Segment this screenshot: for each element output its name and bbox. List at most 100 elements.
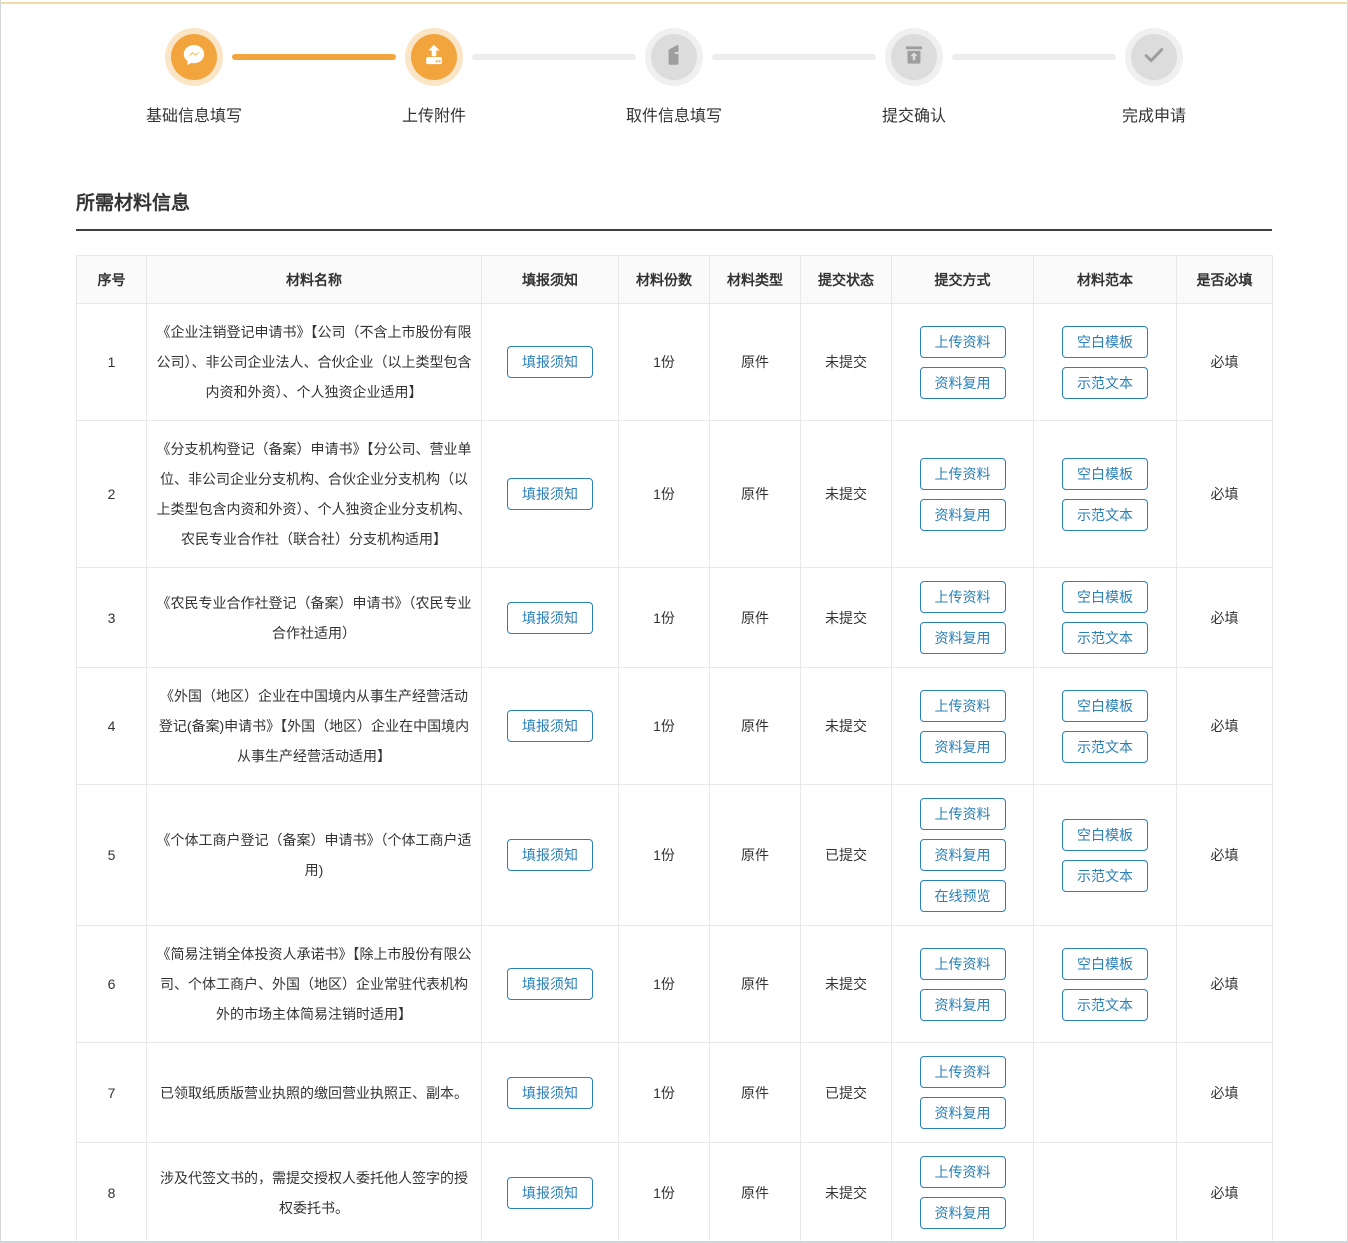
upload-material-button[interactable]: 上传资料 xyxy=(920,690,1006,722)
submit-method-cell: 上传资料资料复用 xyxy=(892,1043,1034,1143)
material-type: 原件 xyxy=(710,926,801,1043)
reuse-material-button[interactable]: 资料复用 xyxy=(920,499,1006,531)
upload-material-button[interactable]: 上传资料 xyxy=(920,458,1006,490)
material-name: 《外国（地区）企业在中国境内从事生产经营活动登记(备案)申请书》【外国（地区）企… xyxy=(147,668,482,785)
blank-template-button[interactable]: 空白模板 xyxy=(1062,690,1148,722)
sample-text-button[interactable]: 示范文本 xyxy=(1062,989,1148,1021)
reuse-material-button[interactable]: 资料复用 xyxy=(920,367,1006,399)
row-number: 7 xyxy=(77,1043,147,1143)
filling-notice-button[interactable]: 填报须知 xyxy=(507,968,593,1000)
filling-notice-button[interactable]: 填报须知 xyxy=(507,710,593,742)
submit-method-cell: 上传资料资料复用 xyxy=(892,926,1034,1043)
sample-text-button[interactable]: 示范文本 xyxy=(1062,367,1148,399)
upload-material-button[interactable]: 上传资料 xyxy=(920,326,1006,358)
table-row: 2《分支机构登记（备案）申请书》【分公司、营业单位、非公司企业分支机构、合伙企业… xyxy=(77,421,1273,568)
reuse-material-button[interactable]: 资料复用 xyxy=(920,839,1006,871)
notice-cell: 填报须知 xyxy=(482,1043,619,1143)
required-flag: 必填 xyxy=(1177,668,1273,785)
required-flag: 必填 xyxy=(1177,1143,1273,1243)
material-name: 已领取纸质版营业执照的缴回营业执照正、副本。 xyxy=(147,1043,482,1143)
blank-template-button[interactable]: 空白模板 xyxy=(1062,819,1148,851)
row-number: 8 xyxy=(77,1143,147,1243)
sample-text-button[interactable]: 示范文本 xyxy=(1062,499,1148,531)
notice-cell: 填报须知 xyxy=(482,421,619,568)
step-label: 完成申请 xyxy=(1122,102,1186,126)
top-accent-line xyxy=(1,2,1347,4)
upload-icon xyxy=(421,42,447,73)
notice-cell: 填报须知 xyxy=(482,926,619,1043)
notice-cell: 填报须知 xyxy=(482,1143,619,1243)
submit-status: 未提交 xyxy=(801,1143,892,1243)
material-copies: 1份 xyxy=(619,421,710,568)
step-submit-confirm: 提交确认 xyxy=(794,28,1034,126)
row-number: 4 xyxy=(77,668,147,785)
upload-material-button[interactable]: 上传资料 xyxy=(920,1156,1006,1188)
step-circle xyxy=(891,34,937,80)
reuse-material-button[interactable]: 资料复用 xyxy=(920,989,1006,1021)
submit-method-cell: 上传资料资料复用 xyxy=(892,421,1034,568)
submit-status: 已提交 xyxy=(801,785,892,926)
material-name: 《农民专业合作社登记（备案）申请书》（农民专业合作社适用） xyxy=(147,568,482,668)
submit-status: 未提交 xyxy=(801,568,892,668)
material-name: 《个体工商户登记（备案）申请书》（个体工商户适用) xyxy=(147,785,482,926)
online-preview-button[interactable]: 在线预览 xyxy=(920,880,1006,912)
upload-material-button[interactable]: 上传资料 xyxy=(920,798,1006,830)
material-type: 原件 xyxy=(710,421,801,568)
section-header: 所需材料信息 xyxy=(76,188,1272,231)
materials-table: 序号 材料名称 填报须知 材料份数 材料类型 提交状态 提交方式 材料范本 是否… xyxy=(76,255,1273,1243)
column-header-status: 提交状态 xyxy=(801,256,892,304)
column-header-material-name: 材料名称 xyxy=(147,256,482,304)
filling-notice-button[interactable]: 填报须知 xyxy=(507,602,593,634)
step-basic-info: 基础信息填写 xyxy=(74,28,314,126)
filling-notice-button[interactable]: 填报须知 xyxy=(507,1077,593,1109)
submit-method-cell: 上传资料资料复用 xyxy=(892,568,1034,668)
reuse-material-button[interactable]: 资料复用 xyxy=(920,1197,1006,1229)
notice-cell: 填报须知 xyxy=(482,304,619,421)
sample-text-button[interactable]: 示范文本 xyxy=(1062,622,1148,654)
step-upload-attachments: 上传附件 xyxy=(314,28,554,126)
required-flag: 必填 xyxy=(1177,785,1273,926)
chat-icon xyxy=(181,42,207,73)
blank-template-button[interactable]: 空白模板 xyxy=(1062,948,1148,980)
submit-status: 未提交 xyxy=(801,926,892,1043)
row-number: 6 xyxy=(77,926,147,1043)
blank-template-button[interactable]: 空白模板 xyxy=(1062,326,1148,358)
check-icon xyxy=(1141,42,1167,73)
blank-template-button[interactable]: 空白模板 xyxy=(1062,581,1148,613)
notice-cell: 填报须知 xyxy=(482,568,619,668)
filling-notice-button[interactable]: 填报须知 xyxy=(507,839,593,871)
template-cell: 空白模板示范文本 xyxy=(1034,421,1177,568)
reuse-material-button[interactable]: 资料复用 xyxy=(920,731,1006,763)
step-pickup-info: 取件信息填写 xyxy=(554,28,794,126)
step-circle xyxy=(171,34,217,80)
table-header-row: 序号 材料名称 填报须知 材料份数 材料类型 提交状态 提交方式 材料范本 是否… xyxy=(77,256,1273,304)
required-flag: 必填 xyxy=(1177,568,1273,668)
step-circle xyxy=(411,34,457,80)
reuse-material-button[interactable]: 资料复用 xyxy=(920,622,1006,654)
step-label: 基础信息填写 xyxy=(146,102,242,126)
material-name: 《企业注销登记申请书》【公司（不含上市股份有限公司）、非公司企业法人、合伙企业（… xyxy=(147,304,482,421)
filling-notice-button[interactable]: 填报须知 xyxy=(507,478,593,510)
material-type: 原件 xyxy=(710,785,801,926)
sample-text-button[interactable]: 示范文本 xyxy=(1062,731,1148,763)
sample-text-button[interactable]: 示范文本 xyxy=(1062,860,1148,892)
column-header-template: 材料范本 xyxy=(1034,256,1177,304)
progress-stepper: 基础信息填写 上传附件 取件信息填写 提 xyxy=(74,28,1274,126)
step-label: 上传附件 xyxy=(402,102,466,126)
upload-material-button[interactable]: 上传资料 xyxy=(920,581,1006,613)
table-row: 1《企业注销登记申请书》【公司（不含上市股份有限公司）、非公司企业法人、合伙企业… xyxy=(77,304,1273,421)
blank-template-button[interactable]: 空白模板 xyxy=(1062,458,1148,490)
filling-notice-button[interactable]: 填报须知 xyxy=(507,1177,593,1209)
material-copies: 1份 xyxy=(619,926,710,1043)
table-row: 5《个体工商户登记（备案）申请书》（个体工商户适用)填报须知1份原件已提交上传资… xyxy=(77,785,1273,926)
section-title: 所需材料信息 xyxy=(76,193,190,214)
filling-notice-button[interactable]: 填报须知 xyxy=(507,346,593,378)
table-row: 3《农民专业合作社登记（备案）申请书》（农民专业合作社适用）填报须知1份原件未提… xyxy=(77,568,1273,668)
reuse-material-button[interactable]: 资料复用 xyxy=(920,1097,1006,1129)
upload-material-button[interactable]: 上传资料 xyxy=(920,948,1006,980)
material-copies: 1份 xyxy=(619,1143,710,1243)
table-row: 8涉及代签文书的，需提交授权人委托他人签字的授权委托书。填报须知1份原件未提交上… xyxy=(77,1143,1273,1243)
column-header-copies: 材料份数 xyxy=(619,256,710,304)
row-number: 5 xyxy=(77,785,147,926)
upload-material-button[interactable]: 上传资料 xyxy=(920,1056,1006,1088)
